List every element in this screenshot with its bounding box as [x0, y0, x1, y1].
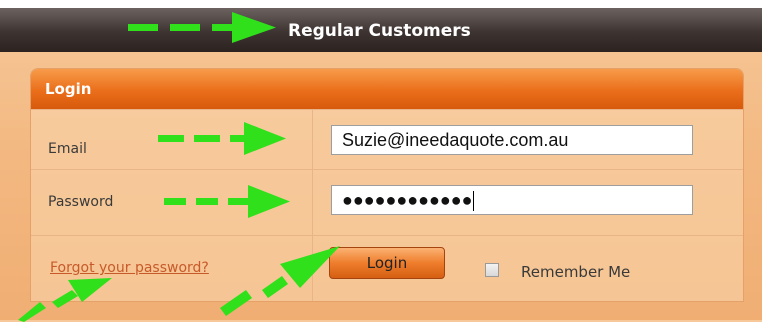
remember-me-label: Remember Me	[521, 263, 631, 281]
email-label: Email	[48, 141, 87, 157]
top-strip	[0, 0, 762, 8]
password-label: Password	[48, 194, 114, 210]
forgot-password-link[interactable]: Forgot your password?	[50, 260, 209, 276]
panel-title: Login	[45, 80, 92, 98]
login-button[interactable]: Login	[329, 247, 445, 279]
column-divider	[312, 109, 313, 301]
text-caret	[473, 191, 475, 212]
email-field[interactable]: Suzie@ineedaquote.com.au	[331, 125, 693, 155]
remember-me-checkbox[interactable]	[485, 263, 499, 277]
email-value: Suzie@ineedaquote.com.au	[342, 130, 569, 150]
header-title: Regular Customers	[288, 21, 471, 41]
panel-header: Login	[31, 69, 743, 109]
password-field[interactable]: ●●●●●●●●●●●●	[331, 185, 693, 215]
login-panel: Login Email Suzie@ineedaquote.com.au Pas…	[30, 68, 744, 302]
password-mask: ●●●●●●●●●●●●	[342, 190, 473, 210]
